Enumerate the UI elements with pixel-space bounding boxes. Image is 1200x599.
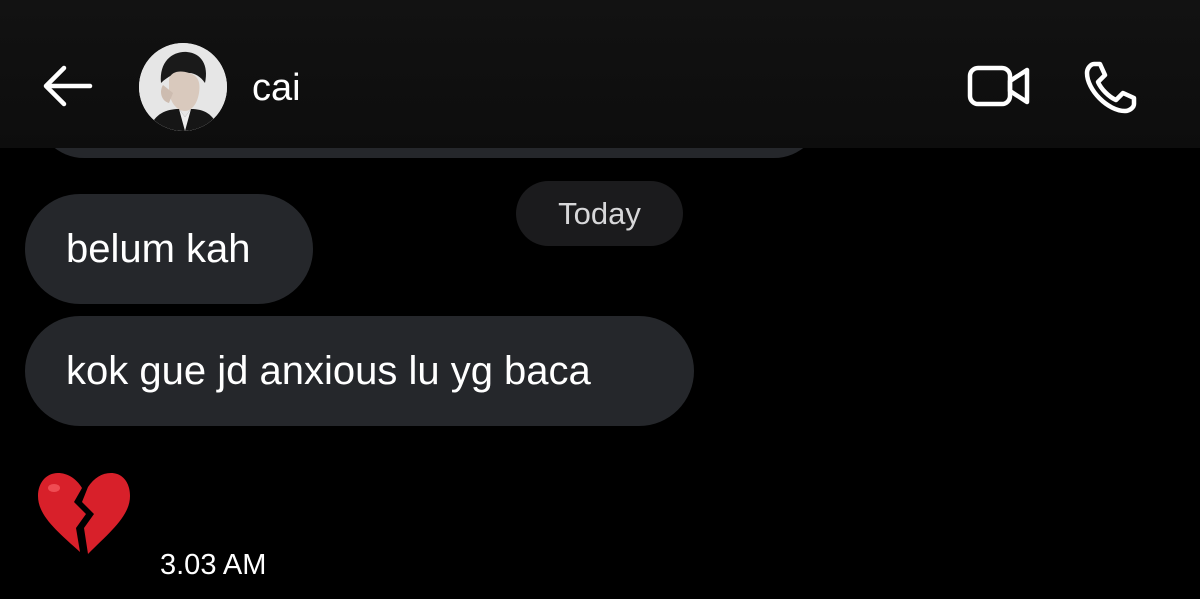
- broken-heart-icon[interactable]: [36, 470, 132, 560]
- avatar[interactable]: [139, 43, 227, 131]
- date-separator: Today: [516, 181, 683, 246]
- message-bubble[interactable]: belum kah: [25, 194, 313, 304]
- video-camera-icon[interactable]: [966, 62, 1032, 110]
- message-bubble[interactable]: kok gue jd anxious lu yg baca: [25, 316, 694, 426]
- contact-name[interactable]: cai: [252, 66, 301, 110]
- chat-header: cai: [0, 0, 1200, 148]
- message-timestamp: 3.03 AM: [160, 549, 267, 581]
- phone-icon[interactable]: [1082, 58, 1140, 116]
- arrow-left-icon[interactable]: [40, 62, 96, 110]
